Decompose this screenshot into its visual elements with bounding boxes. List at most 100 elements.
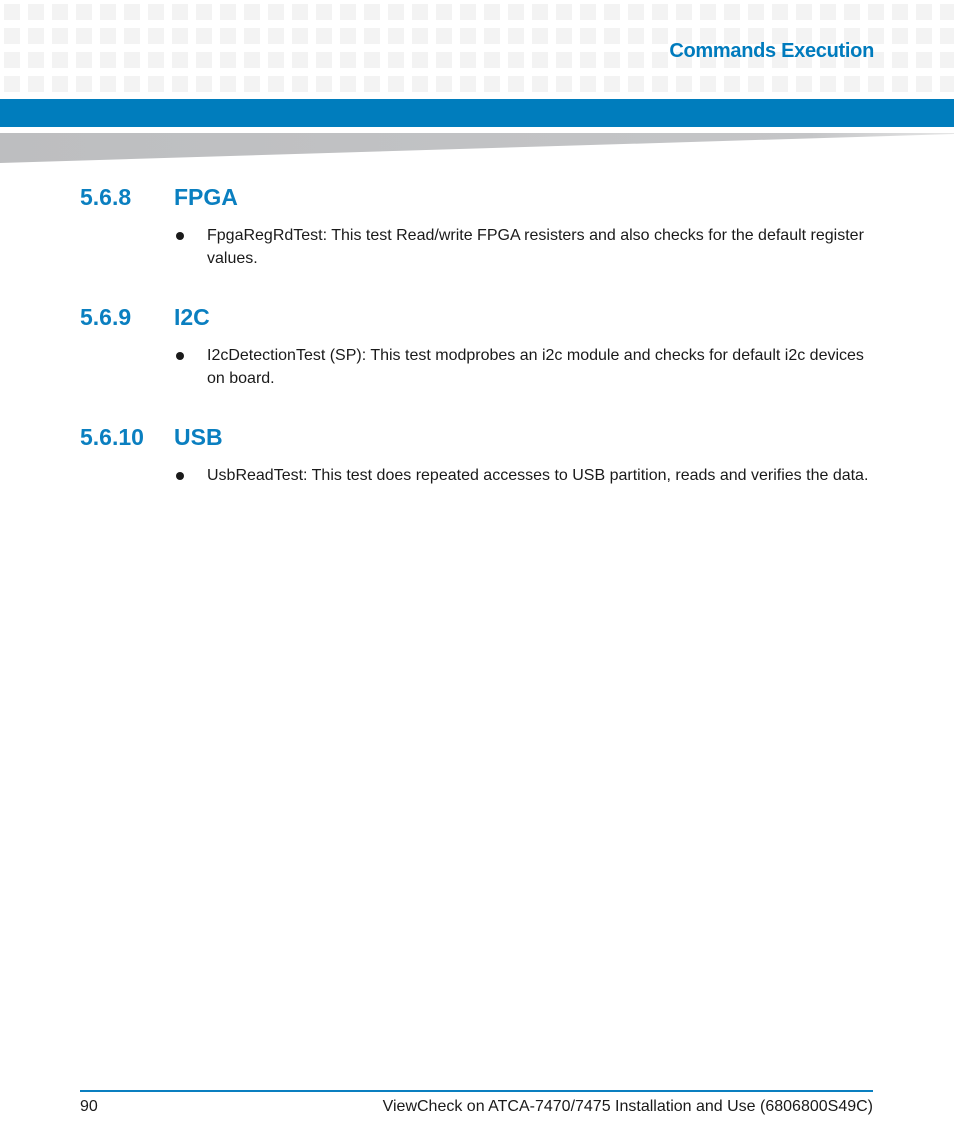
header-tile [676, 4, 692, 20]
header-tile [436, 4, 452, 20]
bullet-text: UsbReadTest: This test does repeated acc… [207, 467, 869, 484]
header-tile [148, 4, 164, 20]
header-tile [364, 4, 380, 20]
header-tile [316, 28, 332, 44]
header-tile [556, 76, 572, 92]
header-gray-wedge [0, 133, 954, 163]
header-tile [76, 28, 92, 44]
bullet-text: I2cDetectionTest (SP): This test modprob… [207, 347, 864, 387]
header-tile [892, 76, 908, 92]
header-tile [436, 76, 452, 92]
header-tile [100, 28, 116, 44]
header-tile [364, 28, 380, 44]
header-tile [340, 28, 356, 44]
header-tile [628, 76, 644, 92]
header-tile [940, 76, 954, 92]
header-tile [52, 52, 68, 68]
bullet-icon [176, 232, 184, 240]
bullet-icon [176, 472, 184, 480]
header-tile [820, 76, 836, 92]
header-tile [172, 76, 188, 92]
header-tile [244, 28, 260, 44]
header-tile [388, 4, 404, 20]
header-tile [28, 28, 44, 44]
section-number: 5.6.9 [80, 304, 132, 330]
header-tile [220, 4, 236, 20]
header-tile [244, 52, 260, 68]
header-tile [124, 52, 140, 68]
header-tile [4, 4, 20, 20]
header-tile [844, 4, 860, 20]
header-tile [508, 28, 524, 44]
list-item: I2cDetectionTest (SP): This test modprob… [176, 344, 876, 390]
header-tile [436, 28, 452, 44]
header-tile [388, 28, 404, 44]
header-tile [628, 28, 644, 44]
header-tile [28, 52, 44, 68]
header-tile [76, 52, 92, 68]
bullet-icon [176, 352, 184, 360]
header-tile [268, 28, 284, 44]
header-tile [604, 4, 620, 20]
section-title: FPGA [174, 184, 238, 210]
section-heading-fpga: 5.6.8 FPGA [80, 184, 238, 211]
header-tile [652, 76, 668, 92]
header-tile [364, 76, 380, 92]
header-tile [292, 28, 308, 44]
header-tile [940, 52, 954, 68]
header-tile [100, 4, 116, 20]
list-item: FpgaRegRdTest: This test Read/write FPGA… [176, 224, 876, 270]
header-tile [580, 52, 596, 68]
header-tile [508, 4, 524, 20]
header-tile [76, 76, 92, 92]
header-tile [652, 4, 668, 20]
header-tile [940, 4, 954, 20]
header-tile [244, 76, 260, 92]
footer-document-title: ViewCheck on ATCA-7470/7475 Installation… [382, 1098, 873, 1115]
header-tile [268, 52, 284, 68]
header-tile [196, 4, 212, 20]
section-number: 5.6.10 [80, 424, 144, 450]
header-tile [364, 52, 380, 68]
header-tile [316, 76, 332, 92]
list-item: UsbReadTest: This test does repeated acc… [176, 464, 876, 487]
header-tile [124, 28, 140, 44]
header-tile [220, 28, 236, 44]
header-tile [628, 52, 644, 68]
header-tile [484, 52, 500, 68]
header-tile [292, 76, 308, 92]
header-tile [52, 28, 68, 44]
section-heading-i2c: 5.6.9 I2C [80, 304, 210, 331]
header-tile [916, 28, 932, 44]
header-tile [340, 4, 356, 20]
header-tile [820, 4, 836, 20]
header-tile [148, 28, 164, 44]
header-tile [4, 28, 20, 44]
header-tile [268, 76, 284, 92]
header-tile [100, 76, 116, 92]
bullet-text: FpgaRegRdTest: This test Read/write FPGA… [207, 227, 864, 267]
header-tile [340, 76, 356, 92]
header-tile [460, 28, 476, 44]
header-tile [604, 76, 620, 92]
header-tile [532, 28, 548, 44]
header-tile [772, 76, 788, 92]
header-tile [628, 4, 644, 20]
header-tile [604, 52, 620, 68]
header-tile [460, 4, 476, 20]
header-tile [124, 76, 140, 92]
header-tile [316, 52, 332, 68]
header-tile [196, 52, 212, 68]
header-tile [412, 76, 428, 92]
section-number: 5.6.8 [80, 184, 132, 210]
header-tile [724, 76, 740, 92]
header-tile [412, 4, 428, 20]
header-tile [676, 76, 692, 92]
header-tile [652, 28, 668, 44]
header-tile [580, 28, 596, 44]
header-tile [484, 4, 500, 20]
section-heading-usb: 5.6.10 USB [80, 424, 223, 451]
header-tile [268, 4, 284, 20]
header-tile [580, 4, 596, 20]
header-tile [916, 76, 932, 92]
